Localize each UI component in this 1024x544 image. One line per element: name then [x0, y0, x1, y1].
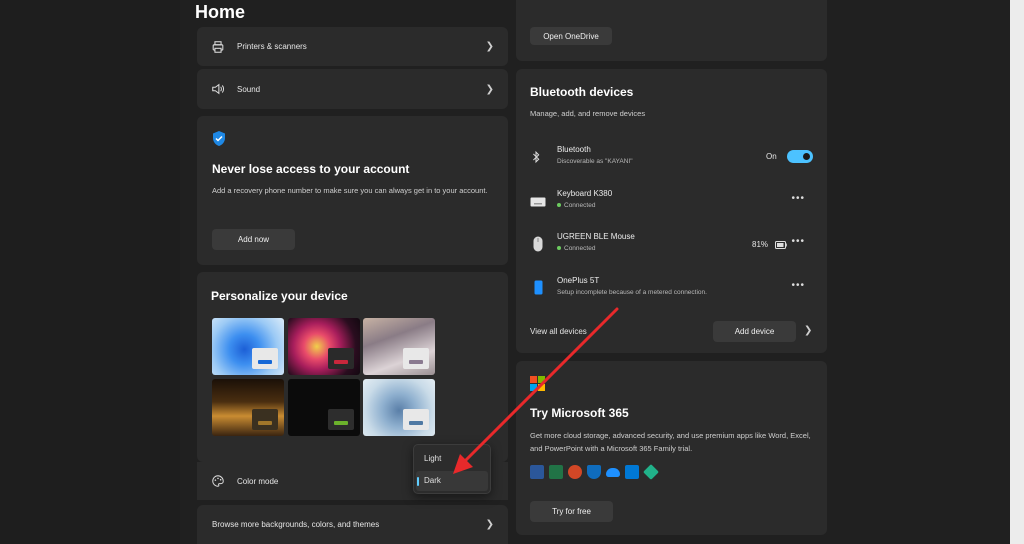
device-status: Setup incomplete because of a metered co… — [557, 289, 707, 296]
m365-app-icons — [530, 464, 663, 480]
device-status: Connected — [557, 245, 595, 252]
device-row-keyboard[interactable]: Keyboard K380 Connected ••• — [516, 180, 827, 223]
browse-themes-row[interactable]: Browse more backgrounds, colors, and the… — [197, 505, 508, 544]
right-border — [1010, 0, 1024, 544]
browse-themes-label: Browse more backgrounds, colors, and the… — [212, 520, 380, 529]
powerpoint-icon — [568, 465, 582, 479]
open-onedrive-button[interactable]: Open OneDrive — [530, 27, 612, 45]
family-safety-icon — [643, 464, 659, 480]
personalize-title: Personalize your device — [211, 289, 348, 303]
more-options-icon[interactable]: ••• — [791, 236, 805, 247]
excel-icon — [549, 465, 563, 479]
battery-icon — [775, 241, 787, 249]
device-name: Keyboard K380 — [557, 189, 613, 198]
shield-icon — [213, 131, 225, 146]
battery-percentage: 81% — [752, 240, 769, 249]
onedrive-card: Open OneDrive — [516, 0, 827, 61]
theme-thumbnail-forest[interactable] — [212, 379, 284, 436]
sound-label: Sound — [237, 84, 261, 94]
color-mode-dropdown-menu: Light Dark — [413, 444, 491, 494]
m365-description: Get more cloud storage, advanced securit… — [530, 431, 811, 453]
microsoft-365-card: Try Microsoft 365 Get more cloud storage… — [516, 361, 827, 535]
menu-item-light[interactable]: Light — [416, 449, 488, 469]
bluetooth-card-subtitle: Manage, add, and remove devices — [530, 109, 646, 118]
left-border — [0, 0, 180, 544]
keyboard-icon — [530, 197, 546, 207]
personalize-card: Personalize your device — [197, 272, 508, 487]
bluetooth-icon — [533, 150, 540, 164]
palette-icon — [212, 475, 224, 487]
theme-thumbnail-windows-light[interactable] — [212, 318, 284, 375]
bluetooth-card-title: Bluetooth devices — [530, 85, 634, 99]
add-now-button[interactable]: Add now — [212, 229, 295, 250]
printers-scanners-label: Printers & scanners — [237, 42, 307, 51]
mouse-icon — [533, 236, 543, 252]
device-status: Connected — [557, 202, 595, 209]
printer-icon — [212, 40, 224, 53]
printers-scanners-row[interactable]: Printers & scanners ❯ — [197, 27, 508, 66]
bluetooth-toggle-row: Bluetooth Discoverable as "KAYANI" On — [516, 136, 827, 179]
onedrive-icon — [606, 468, 620, 477]
add-device-button[interactable]: Add device — [713, 321, 796, 342]
chevron-right-icon: ❯ — [485, 519, 494, 530]
chevron-right-icon: ❯ — [485, 41, 494, 52]
device-name: OnePlus 5T — [557, 276, 600, 285]
page-title: Home — [195, 2, 246, 22]
account-card-title: Never lose access to your account — [212, 162, 410, 176]
device-name: UGREEN BLE Mouse — [557, 232, 635, 241]
theme-thumbnail-glow[interactable] — [288, 318, 360, 375]
account-security-card: Never lose access to your account Add a … — [197, 116, 508, 265]
theme-thumbnail-captured-motion[interactable] — [363, 318, 435, 375]
bluetooth-state-label: On — [766, 152, 777, 161]
defender-icon — [587, 465, 601, 479]
screenshot: Home Printers & scanners ❯ Sound ❯ Never… — [0, 0, 1024, 544]
account-card-description: Add a recovery phone number to make sure… — [212, 186, 488, 195]
phone-icon — [534, 280, 543, 295]
m365-title: Try Microsoft 365 — [530, 406, 629, 420]
more-options-icon[interactable]: ••• — [791, 193, 805, 204]
device-row-mouse[interactable]: UGREEN BLE Mouse Connected 81% ••• — [516, 223, 827, 266]
sound-row[interactable]: Sound ❯ — [197, 69, 508, 109]
color-mode-label: Color mode — [237, 476, 279, 486]
bluetooth-label: Bluetooth — [557, 145, 591, 154]
outlook-icon — [625, 465, 639, 479]
theme-thumbnail-dark[interactable] — [288, 379, 360, 436]
chevron-right-icon: ❯ — [485, 83, 494, 95]
more-options-icon[interactable]: ••• — [791, 280, 805, 291]
speaker-icon — [212, 83, 224, 95]
theme-thumbnail-flow[interactable] — [363, 379, 435, 436]
bluetooth-toggle-switch[interactable] — [787, 150, 813, 163]
chevron-right-icon[interactable]: ❯ — [804, 325, 812, 336]
menu-item-dark[interactable]: Dark — [416, 471, 488, 491]
try-for-free-button[interactable]: Try for free — [530, 501, 613, 522]
settings-home-page: Home Printers & scanners ❯ Sound ❯ Never… — [180, 0, 1010, 544]
microsoft-logo-icon — [530, 376, 545, 391]
device-row-phone[interactable]: OnePlus 5T Setup incomplete because of a… — [516, 267, 827, 310]
bluetooth-discoverable-status: Discoverable as "KAYANI" — [557, 158, 633, 165]
word-icon — [530, 465, 544, 479]
bluetooth-devices-card: Bluetooth devices Manage, add, and remov… — [516, 69, 827, 353]
view-all-devices-link[interactable]: View all devices — [530, 327, 587, 336]
